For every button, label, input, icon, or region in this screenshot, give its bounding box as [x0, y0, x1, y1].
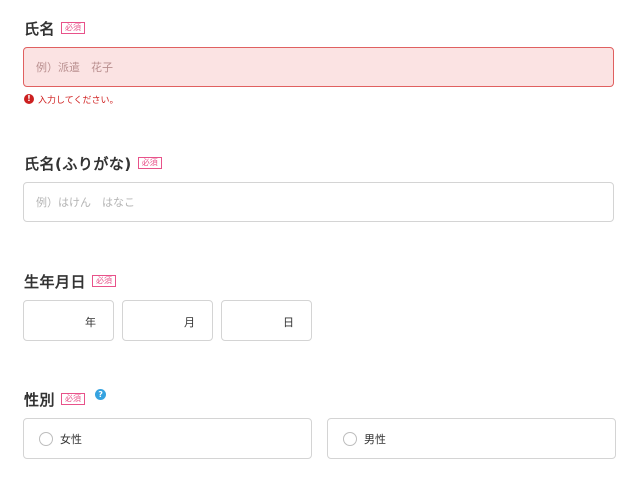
birth-month-input[interactable]: 月	[122, 300, 213, 341]
month-unit-label: 月	[184, 316, 195, 329]
name-error-message: 入力してください。	[38, 95, 119, 106]
birth-year-input[interactable]: 年	[23, 300, 114, 341]
registration-form: 氏名 必須 ! 入力してください。 氏名(ふりがな) 必須 生年月日 必須 年 …	[0, 0, 640, 497]
exclamation-icon: !	[24, 94, 34, 104]
gender-label-row: 性別 必須 ?	[24, 388, 107, 409]
radio-button[interactable]	[343, 431, 357, 446]
required-badge: 必須	[137, 157, 162, 169]
gender-option-female[interactable]: 女性	[23, 418, 312, 459]
name-label: 氏名	[24, 19, 56, 38]
gender-option-male[interactable]: 男性	[327, 418, 616, 459]
gender-label: 性別	[24, 390, 56, 409]
required-badge: 必須	[61, 393, 86, 405]
name-label-row: 氏名 必須	[24, 18, 86, 38]
name-input[interactable]	[23, 47, 614, 87]
name-error: ! 入力してください。	[24, 92, 118, 106]
required-badge: 必須	[92, 275, 117, 287]
kana-input[interactable]	[23, 182, 614, 222]
day-unit-label: 日	[283, 316, 294, 329]
kana-label-row: 氏名(ふりがな) 必須	[24, 153, 162, 173]
birthdate-label: 生年月日	[24, 272, 87, 291]
required-badge: 必須	[61, 22, 86, 34]
gender-female-label: 女性	[60, 432, 82, 446]
gender-male-label: 男性	[364, 432, 386, 446]
radio-button[interactable]	[39, 431, 53, 446]
year-unit-label: 年	[85, 316, 96, 329]
birthdate-label-row: 生年月日 必須	[24, 271, 117, 291]
kana-label: 氏名(ふりがな)	[24, 154, 132, 173]
birth-day-input[interactable]: 日	[221, 300, 312, 341]
question-icon[interactable]: ?	[95, 388, 107, 400]
